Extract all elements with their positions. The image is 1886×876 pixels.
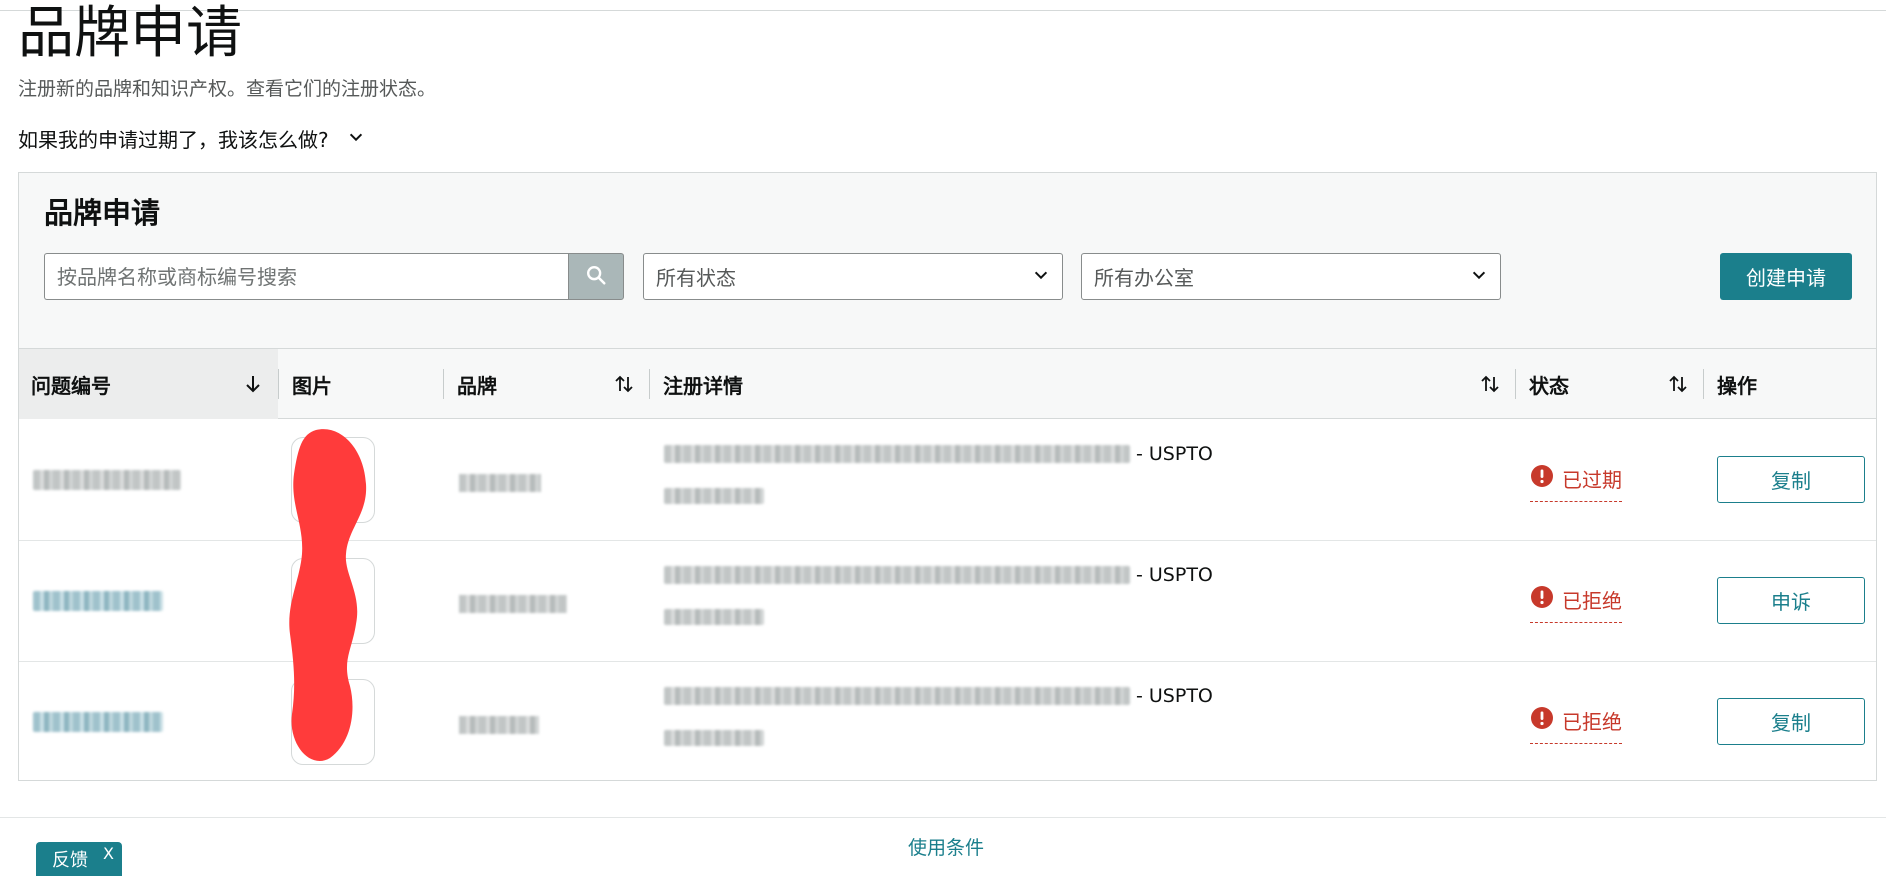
search-icon xyxy=(585,264,607,290)
footer-divider xyxy=(0,817,1886,818)
status-filter-select[interactable]: 所有状态 xyxy=(643,253,1063,300)
issue-id-link-redacted[interactable] xyxy=(33,591,163,611)
office-filter-value: 所有办公室 xyxy=(1094,266,1194,290)
registration-office-redacted xyxy=(664,687,1130,705)
office-suffix: - USPTO xyxy=(1136,685,1213,707)
brand-image-thumbnail xyxy=(291,437,375,523)
close-icon[interactable]: X xyxy=(103,844,114,863)
brand-applications-panel: 品牌申请 所有状态 所有办公室 创建申请 问题编号 xyxy=(18,172,1877,781)
sort-both-icon xyxy=(1479,373,1501,395)
chevron-down-icon xyxy=(1032,265,1050,289)
table-row: - USPTO 已过期 复制 xyxy=(19,420,1876,541)
registration-office-redacted xyxy=(664,566,1130,584)
feedback-label: 反馈 xyxy=(52,850,88,871)
column-header-status[interactable]: 状态 xyxy=(1515,349,1703,419)
chevron-down-icon xyxy=(347,127,365,151)
faq-question: 如果我的申请过期了，我该怎么做? xyxy=(18,128,329,152)
office-suffix: - USPTO xyxy=(1136,564,1213,586)
column-divider xyxy=(649,369,650,399)
column-header-details[interactable]: 注册详情 xyxy=(649,349,1515,419)
column-divider xyxy=(1515,369,1516,399)
status-badge[interactable]: 已拒绝 xyxy=(1530,700,1622,744)
brand-name-redacted xyxy=(459,716,539,734)
column-label: 注册详情 xyxy=(663,373,743,398)
create-application-button[interactable]: 创建申请 xyxy=(1720,253,1852,300)
panel-header: 品牌申请 所有状态 所有办公室 创建申请 xyxy=(19,173,1876,349)
sort-down-icon xyxy=(242,373,264,395)
terms-of-use-link[interactable]: 使用条件 xyxy=(908,833,984,860)
panel-title: 品牌申请 xyxy=(44,196,161,230)
column-header-action: 操作 xyxy=(1703,349,1876,419)
column-divider xyxy=(443,369,444,399)
table-row: - USPTO 已拒绝 申诉 xyxy=(19,541,1876,662)
sort-both-icon xyxy=(613,373,635,395)
registration-number-redacted xyxy=(664,609,764,625)
error-icon xyxy=(1530,585,1554,614)
feedback-button[interactable]: 反馈 X xyxy=(36,842,122,876)
error-icon xyxy=(1530,464,1554,493)
status-text: 已拒绝 xyxy=(1562,589,1622,613)
status-text: 已过期 xyxy=(1562,468,1622,492)
brand-name-redacted xyxy=(459,595,567,613)
brand-image-thumbnail xyxy=(291,679,375,765)
column-header-id[interactable]: 问题编号 xyxy=(19,349,278,419)
brand-name-redacted xyxy=(459,474,541,492)
faq-expander[interactable]: 如果我的申请过期了，我该怎么做? xyxy=(18,124,365,153)
column-divider xyxy=(278,369,279,399)
status-text: 已拒绝 xyxy=(1562,710,1622,734)
column-label: 图片 xyxy=(292,373,332,398)
page-subtitle: 注册新的品牌和知识产权。查看它们的注册状态。 xyxy=(18,78,437,100)
copy-button[interactable]: 复制 xyxy=(1717,698,1865,745)
column-divider xyxy=(1703,369,1704,399)
issue-id-redacted xyxy=(33,470,181,490)
registration-number-redacted xyxy=(664,730,764,746)
top-divider xyxy=(0,10,1886,11)
appeal-button[interactable]: 申诉 xyxy=(1717,577,1865,624)
registration-office-redacted xyxy=(664,445,1130,463)
issue-id-link-redacted[interactable] xyxy=(33,712,163,732)
column-header-brand[interactable]: 品牌 xyxy=(443,349,649,419)
table-row: - USPTO 已拒绝 复制 xyxy=(19,662,1876,783)
column-header-image: 图片 xyxy=(278,349,443,419)
status-badge[interactable]: 已拒绝 xyxy=(1530,579,1622,623)
search-button[interactable] xyxy=(568,253,624,300)
column-label: 问题编号 xyxy=(31,373,111,398)
chevron-down-icon xyxy=(1470,265,1488,289)
office-filter-select[interactable]: 所有办公室 xyxy=(1081,253,1501,300)
search-bar xyxy=(44,253,624,300)
office-suffix: - USPTO xyxy=(1136,443,1213,465)
sort-both-icon xyxy=(1667,373,1689,395)
registration-details: - USPTO xyxy=(664,442,1213,466)
thumbnail-mark xyxy=(300,728,312,744)
search-input[interactable] xyxy=(44,253,568,300)
error-icon xyxy=(1530,706,1554,735)
column-label: 操作 xyxy=(1717,373,1757,398)
column-label: 品牌 xyxy=(457,373,497,398)
column-label: 状态 xyxy=(1529,373,1569,398)
table-header: 问题编号 图片 品牌 注册详情 状态 操作 xyxy=(19,349,1876,419)
page-title: 品牌申请 xyxy=(18,1,242,66)
registration-details: - USPTO xyxy=(664,563,1213,587)
registration-number-redacted xyxy=(664,488,764,504)
status-filter-value: 所有状态 xyxy=(656,266,736,290)
status-badge[interactable]: 已过期 xyxy=(1530,458,1622,502)
brand-image-thumbnail xyxy=(291,558,375,644)
registration-details: - USPTO xyxy=(664,684,1213,708)
copy-button[interactable]: 复制 xyxy=(1717,456,1865,503)
